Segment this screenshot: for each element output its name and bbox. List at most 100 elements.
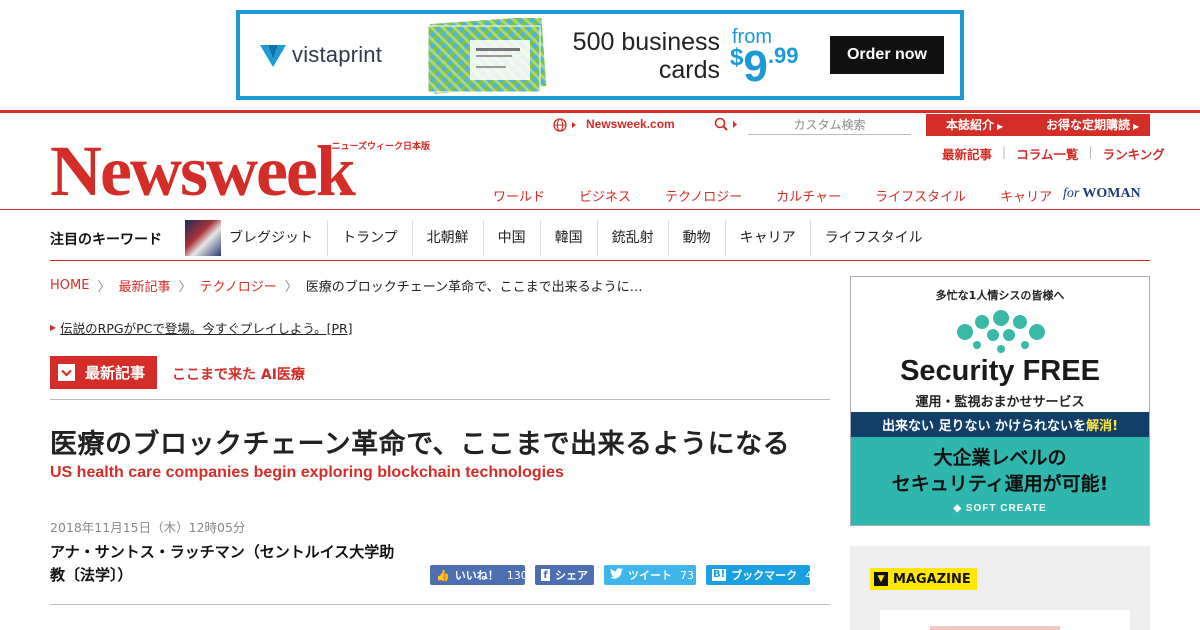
tweet-count: 73: [680, 568, 694, 582]
like-count: 130: [506, 568, 528, 582]
category-badge[interactable]: 最新記事: [50, 356, 157, 389]
keyword-item[interactable]: ライフスタイル: [811, 220, 937, 256]
latest-articles-link[interactable]: 最新記事: [942, 144, 992, 163]
divider: [50, 604, 830, 605]
article-date: 2018年11月15日（木）12時05分: [50, 520, 246, 535]
side-ad-top-text: 多忙な1人情シスの皆様へ: [935, 289, 1065, 302]
side-ad-bar-text: 出来ない 足りない かけられないを: [882, 419, 1087, 434]
keywords-label: 注目のキーワード: [50, 232, 162, 248]
for-woman-prefix: for: [1063, 186, 1080, 201]
keyword-item[interactable]: 中国: [484, 220, 541, 256]
nav-item-world[interactable]: ワールド: [493, 186, 545, 205]
side-ad-brand: Security FREE: [900, 355, 1100, 387]
nav-item-technology[interactable]: テクノロジー: [665, 186, 742, 205]
twitter-bird-icon: [610, 568, 623, 582]
topic-link[interactable]: ここまで来た AI医療: [172, 364, 305, 384]
ad-headline-line1: 500 business: [572, 28, 720, 56]
soft-create-logo: ◆ SOFT CREATE: [851, 503, 1149, 514]
breadcrumb-latest[interactable]: 最新記事: [118, 276, 170, 295]
keyword-list: ブレグジット トランプ 北朝鮮 中国 韓国 銃乱射 動物 キャリア ライフスタイ…: [221, 220, 937, 256]
breadcrumb-current: 医療のブロックチェーン革命で、ここまで出来るように…: [305, 280, 643, 295]
magazine-label-badge: ▼ MAGAZINE: [870, 568, 977, 590]
ranking-link[interactable]: ランキング: [1103, 144, 1165, 163]
hatena-label: ブックマーク: [731, 569, 798, 582]
chevron-right-icon: 〉: [284, 280, 298, 295]
breadcrumb-technology[interactable]: テクノロジー: [200, 276, 277, 295]
globe-icon: [553, 118, 576, 132]
ad-headline-line2: cards: [658, 56, 720, 84]
ad-price: $9.99: [730, 42, 798, 92]
divider: |: [1088, 144, 1093, 159]
tweet-button[interactable]: ツイート 73: [604, 565, 696, 585]
keyword-item[interactable]: 動物: [669, 220, 726, 256]
keyword-item[interactable]: ブレグジット: [221, 220, 328, 256]
category-label: 最新記事: [85, 364, 146, 382]
chevron-down-icon: [58, 364, 75, 381]
thumbs-up-icon: 👍: [436, 568, 450, 582]
breadcrumb-home[interactable]: HOME: [50, 278, 89, 293]
keyword-item[interactable]: トランプ: [328, 220, 413, 256]
chevron-right-icon: ▶: [1133, 122, 1140, 131]
for-woman-link[interactable]: for WOMAN: [1063, 186, 1141, 202]
keyword-item[interactable]: 北朝鮮: [413, 220, 484, 256]
custom-search-input[interactable]: カスタム検索: [748, 116, 911, 135]
vistaprint-wordmark: vistaprint: [292, 42, 383, 67]
side-ad-bar: 出来ない 足りない かけられないを 解消!: [851, 412, 1149, 437]
keyword-item[interactable]: 韓国: [541, 220, 598, 256]
side-ad-bar-highlight: 解消!: [1086, 419, 1118, 434]
side-ad-service: 運用・監視おまかせサービス: [915, 395, 1085, 410]
search-icon[interactable]: [714, 117, 740, 133]
nav-item-lifestyle[interactable]: ライフスタイル: [875, 186, 966, 205]
hatena-count: 4: [805, 568, 813, 582]
facebook-icon: f: [541, 569, 550, 581]
main-nav: ワールド ビジネス テクノロジー カルチャー ライフスタイル キャリア: [493, 186, 1086, 205]
tab-about-label: 本誌紹介: [946, 118, 995, 132]
newsweek-logo[interactable]: Newsweek ニューズウィーク日本版: [50, 131, 434, 211]
logo-wordmark: Newsweek: [50, 131, 356, 211]
logo-tagline: ニューズウィーク日本版: [331, 142, 430, 152]
hatena-icon: B!: [712, 569, 727, 581]
nav-item-culture[interactable]: カルチャー: [776, 186, 841, 205]
keywords-rule: [50, 260, 1150, 261]
chevron-right-icon: 〉: [97, 280, 111, 295]
vistaprint-mark-icon: [260, 45, 286, 67]
nav-item-career[interactable]: キャリア: [1000, 186, 1052, 205]
nav-item-business[interactable]: ビジネス: [579, 186, 631, 205]
magazine-cover-preview[interactable]: [880, 610, 1130, 630]
hatena-bookmark-button[interactable]: B! ブックマーク 4: [706, 565, 813, 585]
article-author[interactable]: アナ・サントス・ラッチマン（セントルイス大学助教〔法学〕）: [50, 541, 400, 587]
chevron-down-icon: ▼: [874, 572, 888, 586]
order-now-button[interactable]: Order now: [830, 36, 944, 74]
keyword-item[interactable]: キャリア: [726, 220, 811, 256]
like-label: いいね！: [454, 569, 499, 582]
pr-link[interactable]: ▶ 伝説のRPGがPCで登場。今すぐプレイしよう。[PR]: [50, 318, 353, 337]
tab-about-magazine[interactable]: 本誌紹介 ▶: [926, 114, 1022, 136]
ad-price-int: 9: [743, 42, 768, 91]
header-sub-links: 最新記事 | コラム一覧 | ランキング: [942, 144, 1165, 163]
header-top-rule: [0, 110, 1200, 113]
facebook-share-button[interactable]: f シェア: [535, 565, 594, 585]
keyword-thumbnail[interactable]: [185, 220, 221, 256]
side-ad-big-line1: 大企業レベルの: [933, 447, 1067, 469]
magazine-widget: ▼ MAGAZINE: [850, 546, 1150, 630]
tab-subscribe[interactable]: お得な定期購読 ▶: [1020, 114, 1150, 136]
soft-create-mark-icon: ◆: [953, 503, 966, 514]
divider: |: [1002, 144, 1007, 159]
chevron-right-icon: ▶: [997, 122, 1004, 131]
top-banner-ad[interactable]: vistaprint 500 business cards from $9.99…: [236, 10, 964, 100]
nav-rule: [0, 209, 1200, 210]
article-title: 医療のブロックチェーン革命で、ここまで出来るようになる: [50, 429, 791, 460]
ad-headline: 500 business cards: [558, 28, 720, 84]
like-button[interactable]: 👍 いいね！ 130: [430, 565, 528, 585]
newsweek-com-link[interactable]: Newsweek.com: [586, 117, 675, 131]
tweet-label: ツイート: [628, 569, 672, 582]
magazine-label: MAGAZINE: [893, 571, 971, 587]
columns-link[interactable]: コラム一覧: [1016, 144, 1078, 163]
bullet-icon: ▶: [50, 323, 57, 332]
divider: [50, 399, 830, 400]
ad-price-dollar: $: [730, 44, 744, 71]
keyword-item[interactable]: 銃乱射: [598, 220, 669, 256]
side-banner-ad[interactable]: 多忙な1人情シスの皆様へ Security FREE 運用・監視おまかせサービス…: [850, 276, 1150, 526]
ad-price-cents: .99: [767, 43, 799, 68]
cover-strip: [930, 626, 1060, 630]
